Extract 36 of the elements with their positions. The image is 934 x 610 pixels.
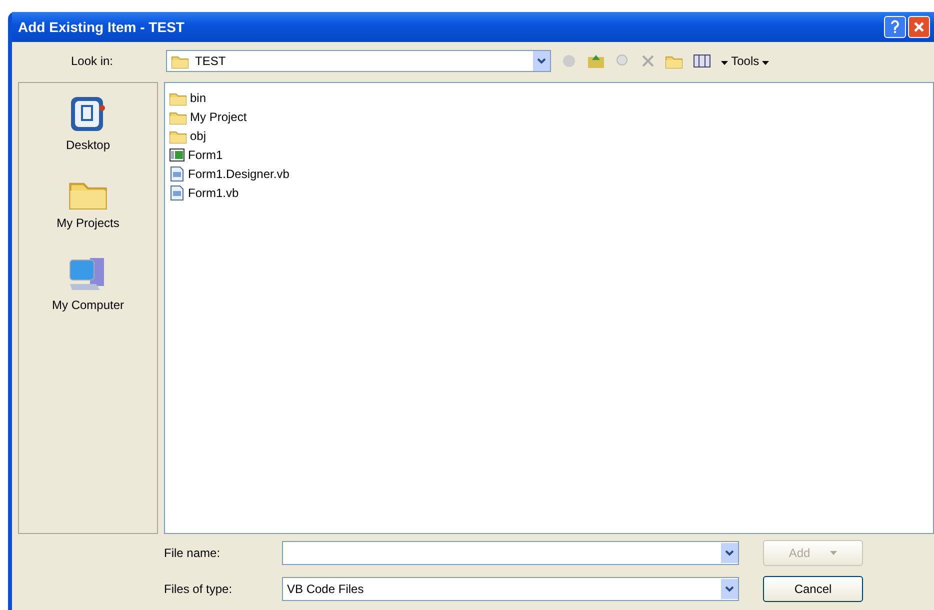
- caret-icon: [721, 61, 728, 65]
- cancel-button[interactable]: Cancel: [763, 576, 863, 602]
- file-name-label: File name:: [164, 546, 222, 560]
- look-in-label: Look in:: [70, 54, 114, 68]
- help-button[interactable]: [884, 16, 906, 38]
- help-icon: [890, 20, 900, 34]
- places-item[interactable]: My Computer: [46, 253, 130, 313]
- file-item[interactable]: Form1: [169, 146, 929, 164]
- form-icon: [169, 148, 185, 162]
- close-button[interactable]: [908, 16, 930, 38]
- file-item[interactable]: Form1.Designer.vb: [169, 165, 929, 183]
- folder-icon: [169, 90, 187, 106]
- file-type-label: Files of type:: [164, 582, 234, 596]
- look-in-dropdown[interactable]: TEST: [166, 50, 551, 72]
- file-type-dropdown[interactable]: VB Code Files: [282, 577, 739, 601]
- desktop-icon: [68, 94, 108, 134]
- folder-icon: [171, 54, 189, 68]
- caret-icon: [762, 61, 770, 65]
- file-item[interactable]: My Project: [169, 108, 929, 126]
- code-file-icon: [169, 166, 185, 182]
- folder-icon: [169, 110, 187, 124]
- places-item[interactable]: My Projects: [50, 175, 126, 231]
- file-name-field[interactable]: [282, 541, 739, 565]
- new-folder-icon: [665, 54, 683, 68]
- up-folder-icon[interactable]: [587, 53, 605, 69]
- file-item[interactable]: bin: [169, 89, 929, 107]
- views-icon[interactable]: [693, 54, 711, 68]
- tools-menu[interactable]: Tools: [721, 54, 770, 68]
- folder-icon: [169, 128, 187, 144]
- window-title: Add Existing Item - TEST: [18, 19, 186, 35]
- code-file-icon: [169, 185, 185, 201]
- places-item[interactable]: Desktop: [60, 93, 116, 153]
- file-item[interactable]: obj: [169, 127, 929, 145]
- file-item[interactable]: Form1.vb: [169, 184, 929, 202]
- close-icon: [914, 22, 924, 32]
- delete-icon[interactable]: [641, 54, 655, 68]
